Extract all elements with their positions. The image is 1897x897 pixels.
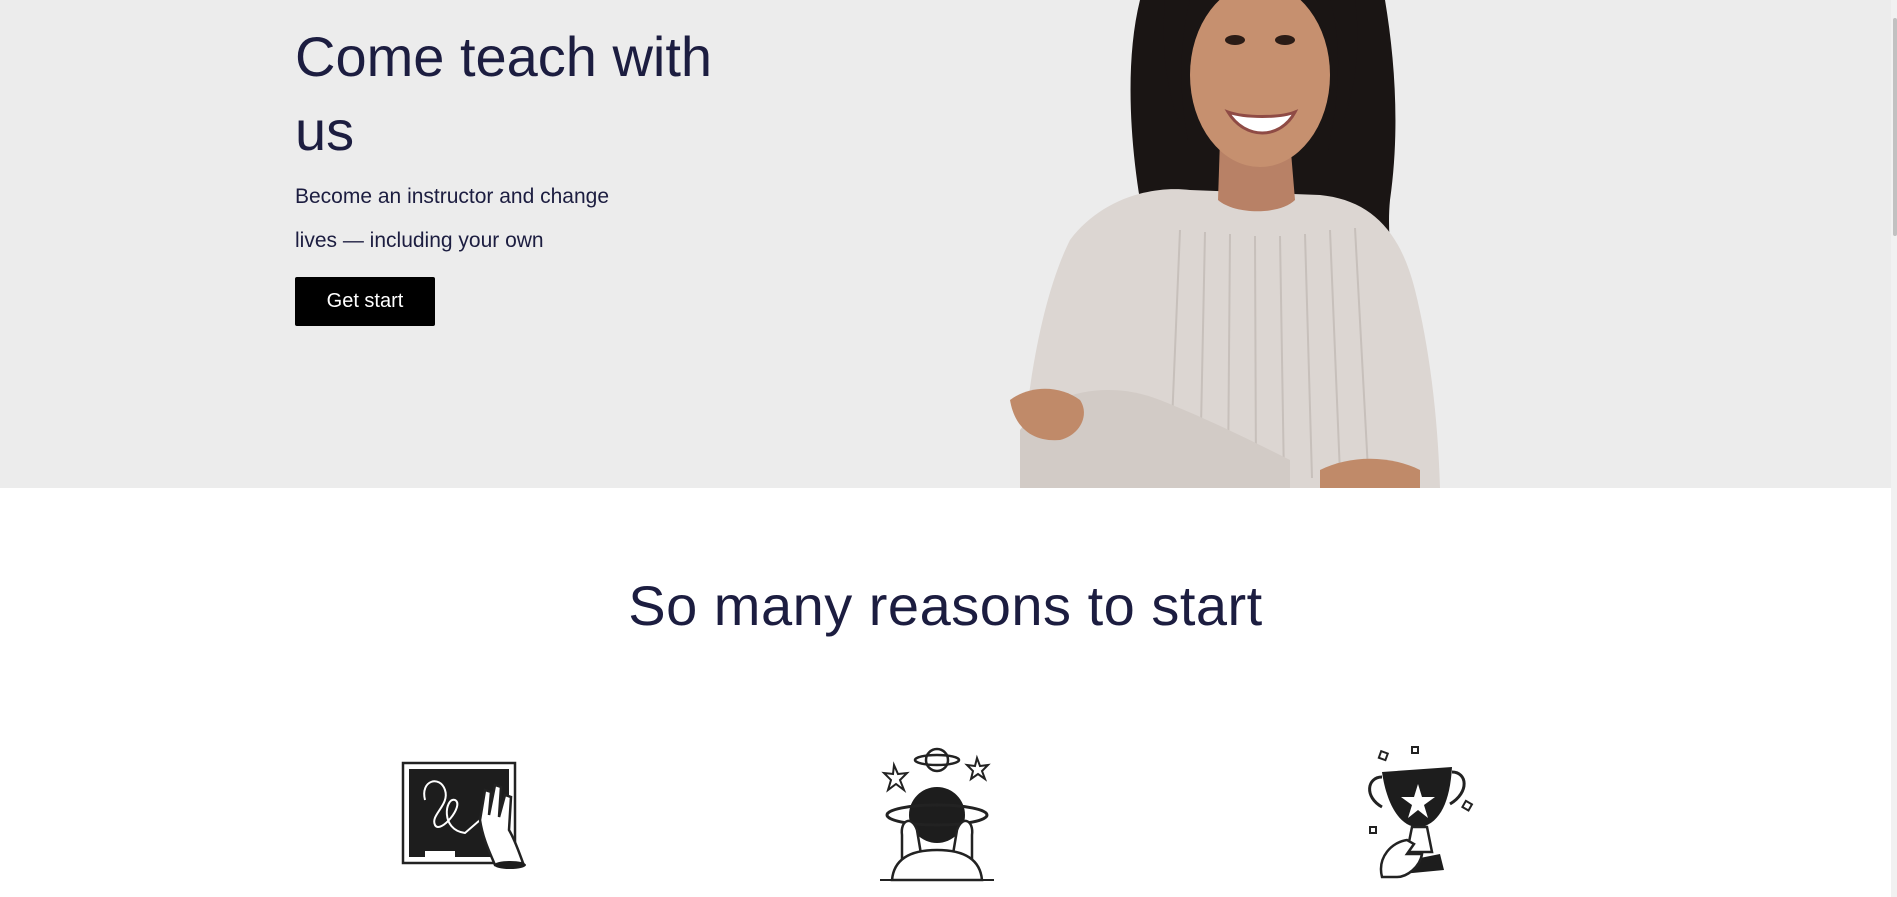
hero-subtitle: Become an instructor and change lives — …: [295, 185, 610, 252]
trophy-hand-icon: [1368, 746, 1474, 879]
chalkboard-hand-icon: [401, 761, 526, 869]
person-planet-stars-icon: [880, 747, 994, 882]
hero-section: Come teach with us Become an instructor …: [0, 0, 1891, 488]
reasons-title: So many reasons to start: [628, 574, 1263, 637]
get-started-button[interactable]: Get start: [295, 277, 435, 326]
hero-title: Come teach with us: [295, 25, 713, 162]
instructor-portrait: [1010, 0, 1440, 488]
page-scrollbar-thumb[interactable]: [1893, 18, 1897, 236]
